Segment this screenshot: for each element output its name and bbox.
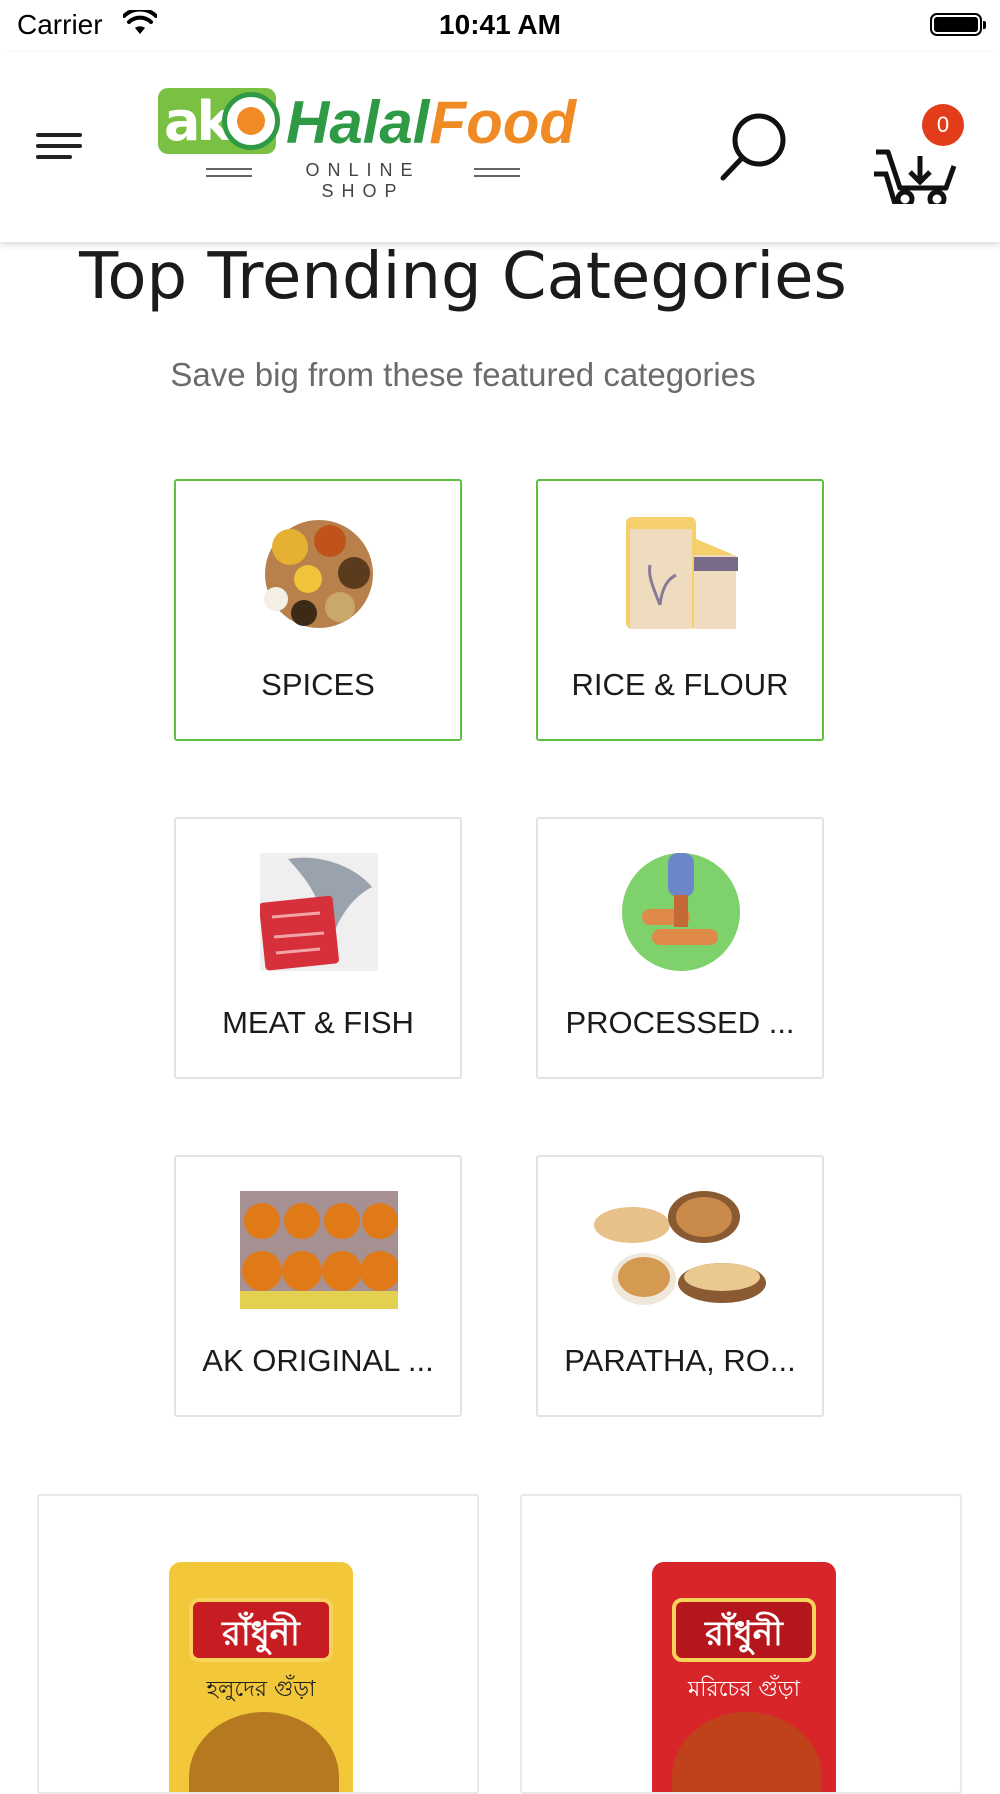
brand-logo[interactable]: ak HalalFood ONLINE SHOP bbox=[158, 88, 576, 201]
spices-image bbox=[260, 515, 378, 633]
logo-wordmark: HalalFood bbox=[286, 88, 576, 157]
category-label: MEAT & FISH bbox=[222, 1005, 414, 1040]
cart-count-badge: 0 bbox=[922, 104, 964, 146]
logo-ak-text: ak bbox=[164, 90, 232, 153]
tagline-rule-left bbox=[206, 168, 252, 177]
category-label: PARATHA, RO... bbox=[564, 1343, 796, 1378]
logo-word-halal: Halal bbox=[286, 89, 430, 156]
category-label: SPICES bbox=[261, 667, 375, 702]
product-card[interactable]: রাঁধুনী মরিচের গুঁড়া bbox=[520, 1494, 962, 1794]
product-image: রাঁধুনী মরিচের গুঁড়া bbox=[652, 1562, 836, 1792]
category-card-paratha[interactable]: PARATHA, RO... bbox=[536, 1155, 824, 1417]
logo-tagline-text: ONLINE SHOP bbox=[305, 160, 421, 201]
product-name: হলুদের গুঁড়া bbox=[206, 1677, 316, 1702]
processed-food-image bbox=[622, 853, 740, 971]
category-label: RICE & FLOUR bbox=[571, 667, 789, 702]
menu-line bbox=[36, 144, 82, 148]
logo-badge: ak bbox=[158, 88, 280, 154]
meat-fish-image bbox=[260, 853, 378, 971]
hamburger-menu-icon bbox=[36, 133, 82, 137]
product-brand-band: রাঁধুনী bbox=[189, 1598, 333, 1662]
logo-word-food: Food bbox=[429, 89, 577, 156]
ak-original-image bbox=[240, 1191, 398, 1309]
app-header: ak HalalFood ONLINE SHOP 0 bbox=[0, 52, 1000, 242]
search-button[interactable] bbox=[715, 106, 795, 186]
section-title: Top Trending Categories bbox=[79, 240, 847, 314]
product-brand: রাঁধুনী bbox=[222, 1615, 300, 1653]
cart-button[interactable]: 0 bbox=[872, 104, 972, 215]
category-card-processed[interactable]: PROCESSED ... bbox=[536, 817, 824, 1079]
category-card-spices[interactable]: SPICES bbox=[174, 479, 462, 741]
section-subtitle: Save big from these featured categories bbox=[170, 356, 756, 393]
tagline-rule-right bbox=[474, 168, 520, 177]
menu-line bbox=[36, 155, 72, 159]
battery-icon bbox=[930, 13, 986, 36]
menu-button[interactable] bbox=[30, 123, 90, 167]
category-card-rice-flour[interactable]: RICE & FLOUR bbox=[536, 479, 824, 741]
category-card-ak-original[interactable]: AK ORIGINAL ... bbox=[174, 1155, 462, 1417]
product-image: রাঁধুনী হলুদের গুঁড়া bbox=[169, 1562, 353, 1792]
clock: 10:41 AM bbox=[439, 9, 561, 40]
product-brand-band: রাঁধুনী bbox=[672, 1598, 816, 1662]
category-label: AK ORIGINAL ... bbox=[202, 1343, 434, 1378]
category-label: PROCESSED ... bbox=[565, 1005, 795, 1040]
product-powder bbox=[672, 1712, 822, 1792]
product-card[interactable]: রাঁধুনী হলুদের গুঁড়া bbox=[37, 1494, 479, 1794]
paratha-image bbox=[594, 1191, 766, 1305]
product-brand: রাঁধুনী bbox=[705, 1615, 783, 1653]
product-powder bbox=[189, 1712, 339, 1792]
rice-flour-image bbox=[626, 517, 738, 629]
status-bar: Carrier 10:41 AM bbox=[0, 0, 1000, 52]
search-icon bbox=[720, 113, 786, 181]
category-card-meat-fish[interactable]: MEAT & FISH bbox=[174, 817, 462, 1079]
logo-veggie-icon bbox=[222, 92, 280, 150]
logo-tagline: ONLINE SHOP bbox=[206, 160, 522, 201]
product-name: মরিচের গুঁড়া bbox=[687, 1677, 800, 1702]
